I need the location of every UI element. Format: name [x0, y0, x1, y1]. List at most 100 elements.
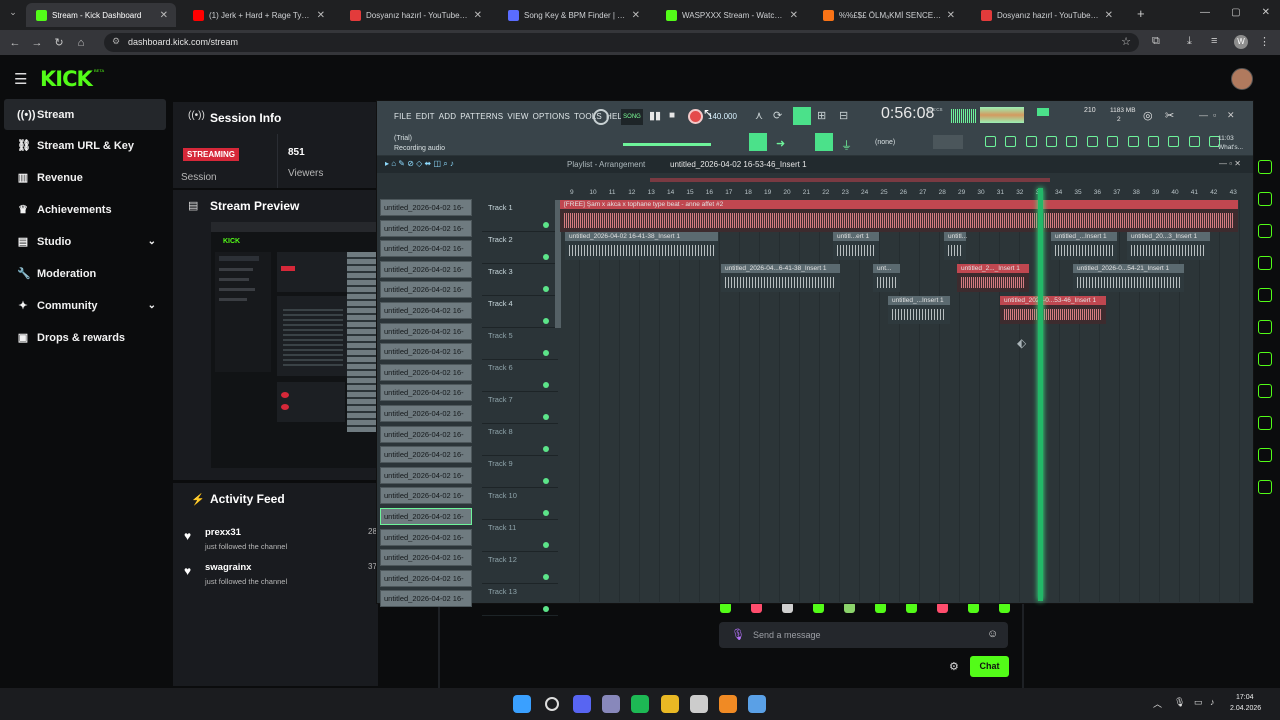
pattern-picker-item[interactable]: untitled_2026-04-02 16- — [380, 343, 472, 361]
pattern-picker-item[interactable]: untitled_2026-04-02 16- — [380, 322, 472, 340]
fl-window-button[interactable] — [1168, 136, 1180, 147]
discord-icon[interactable] — [573, 695, 591, 713]
fl-window-button[interactable] — [1046, 136, 1058, 147]
track-mute-toggle[interactable] — [543, 606, 549, 612]
fl-tools-icon[interactable]: ✂ — [1165, 109, 1174, 122]
sidebar-item-stream-url-key[interactable]: ⛓ Stream URL & Key — [4, 130, 166, 161]
pattern-picker-item[interactable]: untitled_2026-04-02 16- — [380, 425, 472, 443]
browser-tab[interactable]: Dosyanız hazırl - YouTube MP3 ✕ — [340, 3, 490, 27]
action-shortcut-icon[interactable] — [1258, 352, 1272, 366]
user-avatar[interactable] — [1231, 68, 1253, 90]
browser-tab[interactable]: WASPXXX Stream - Watch Live ✕ — [656, 3, 806, 27]
fl-window-button[interactable] — [1147, 136, 1159, 147]
track-mute-toggle[interactable] — [543, 478, 549, 484]
sidebar-item-drops-rewards[interactable]: ▣ Drops & rewards — [4, 322, 166, 353]
fl-pattern-selector[interactable] — [933, 135, 963, 149]
fl-window-button[interactable] — [1086, 136, 1098, 147]
action-shortcut-icon[interactable] — [1258, 288, 1272, 302]
sidebar-item-stream[interactable]: ((•)) Stream — [4, 99, 166, 130]
track-mute-toggle[interactable] — [543, 446, 549, 452]
spotify-icon[interactable] — [631, 695, 649, 713]
fl-menu-view[interactable]: VIEW — [507, 112, 528, 121]
tray-overflow-icon[interactable]: ︿ — [1153, 697, 1162, 710]
audio-clip[interactable]: untitled_...Insert 1 — [1051, 232, 1117, 260]
fl-studio-icon[interactable] — [719, 695, 737, 713]
fl-view-playlist-button[interactable] — [749, 133, 767, 151]
back-icon[interactable]: ← — [4, 37, 26, 49]
track-mute-toggle[interactable] — [543, 222, 549, 228]
profile-avatar[interactable]: W — [1234, 35, 1248, 49]
action-shortcut-icon[interactable] — [1258, 192, 1272, 206]
track-mute-toggle[interactable] — [543, 574, 549, 580]
pattern-picker-item[interactable]: untitled_2026-04-02 16- — [380, 219, 472, 237]
clock-date[interactable]: 2.04.2026 — [1230, 705, 1261, 712]
chevron-down-icon[interactable]: ⌄ — [148, 300, 156, 311]
audio-clip[interactable]: untitl...ert 1 — [833, 232, 879, 260]
clock-time[interactable]: 17:04 — [1236, 694, 1254, 701]
action-shortcut-icon[interactable] — [1258, 416, 1272, 430]
audio-clip[interactable]: untitled_2026-0...54-21_Insert 1 — [1073, 264, 1184, 292]
fl-arrow-icon[interactable]: ➜ — [776, 137, 785, 150]
fl-mic-icon[interactable]: ⏚ — [841, 137, 852, 153]
fl-window-button[interactable] — [1127, 136, 1139, 147]
fl-window-button[interactable] — [1025, 136, 1037, 147]
activity-username[interactable]: prexx31 — [205, 527, 241, 538]
track-mute-toggle[interactable] — [543, 286, 549, 292]
pattern-picker-item[interactable]: untitled_2026-04-02 16- — [380, 199, 472, 216]
browser-tab[interactable]: Dosyanız hazırl - YouTube MP3 ✕ — [971, 3, 1121, 27]
pattern-picker-item[interactable]: untitled_2026-04-02 16- — [380, 405, 472, 422]
audio-clip[interactable]: unt... — [873, 264, 900, 292]
url-field[interactable]: ⚙ dashboard.kick.com/stream ☆ — [104, 33, 1139, 52]
pattern-picker-item[interactable]: untitled_2026-04-02 16- — [380, 446, 472, 464]
fl-timeline-ruler[interactable]: 9 10 11 12 13 14 15 16 17 18 19 20 21 22 23 24 25 26 27 28 2… — [560, 173, 1240, 200]
fl-menu-options[interactable]: OPTIONS — [533, 112, 570, 121]
fl-pattern-mode[interactable]: SONG — [621, 109, 643, 125]
emoji-icon[interactable]: ☺ — [987, 628, 998, 640]
sidebar-item-achievements[interactable]: ♛ Achievements — [4, 194, 166, 225]
pattern-picker-item[interactable]: untitled_2026-04-02 16- — [380, 363, 472, 381]
browser-tab[interactable]: Stream - Kick Dashboard ✕ — [26, 3, 176, 27]
track-mute-toggle[interactable] — [543, 350, 549, 356]
fl-wait-icon[interactable]: ⟳ — [773, 109, 782, 122]
reload-icon[interactable]: ↻ — [48, 36, 70, 49]
fl-window-button[interactable] — [1107, 136, 1119, 147]
tray-volume-icon[interactable]: ♪ — [1210, 697, 1215, 707]
action-shortcut-icon[interactable] — [1258, 320, 1272, 334]
fl-maximize-icon[interactable]: ▫ — [1213, 110, 1216, 120]
fl-loop-record-button[interactable] — [793, 107, 811, 125]
action-shortcut-icon[interactable] — [1258, 480, 1272, 494]
fl-master-volume[interactable] — [623, 143, 711, 146]
fl-link-button[interactable] — [815, 133, 833, 151]
browser-tab[interactable]: %%£$£ ÖLMₐKMİ SENCE DE ✕ — [813, 3, 963, 27]
fl-song-mode-icon[interactable] — [593, 109, 609, 125]
tray-network-icon[interactable]: ▭ — [1194, 697, 1203, 708]
fl-news-panel[interactable]: 11:03 What's... — [1218, 134, 1246, 152]
download-icon[interactable]: ⤓ — [1187, 35, 1192, 48]
pattern-picker-item[interactable]: untitled_2026-04-02 16- — [380, 466, 472, 484]
tab-close-icon[interactable]: ✕ — [1105, 10, 1113, 21]
audio-clip[interactable]: untitled_2026-0...53-46_Insert 1 — [1000, 296, 1106, 324]
action-shortcut-icon[interactable] — [1258, 224, 1272, 238]
sidebar-item-moderation[interactable]: 🔧 Moderation — [4, 258, 166, 289]
track-mute-toggle[interactable] — [543, 318, 549, 324]
sidebar-item-studio[interactable]: ▤ Studio ⌄ — [4, 226, 166, 257]
pattern-picker-item[interactable]: untitled_2026-04-02 16- — [380, 240, 472, 258]
bookmark-star-icon[interactable]: ☆ — [1121, 35, 1131, 48]
pattern-picker-item[interactable]: untitled_2026-04-02 16- — [380, 528, 472, 546]
fl-menu-file[interactable]: FILE — [394, 112, 412, 121]
chevron-down-icon[interactable]: ⌄ — [148, 236, 156, 247]
site-settings-icon[interactable]: ⚙ — [112, 36, 120, 47]
pattern-picker-item[interactable]: untitled_2026-04-02 16- — [380, 590, 472, 608]
tab-close-icon[interactable]: ✕ — [317, 10, 325, 21]
pattern-picker-item[interactable]: untitled_2026-04-02 16- — [380, 487, 472, 505]
pattern-picker-item[interactable]: untitled_2026-04-02 16- — [380, 549, 472, 567]
fl-playlist-grid[interactable] — [560, 200, 1240, 602]
fl-none-select[interactable]: (none) — [875, 139, 895, 146]
track-mute-toggle[interactable] — [543, 382, 549, 388]
microphone-icon[interactable]: 🎙 — [731, 628, 745, 641]
tab-close-icon[interactable]: ✕ — [790, 10, 798, 21]
audio-clip[interactable]: untitled_...Insert 1 — [888, 296, 950, 324]
fl-window-button[interactable] — [985, 136, 996, 147]
pattern-picker-item[interactable]: untitled_2026-04-02 16- — [380, 281, 472, 299]
browser-tab[interactable]: Song Key & BPM Finder | Tunel ✕ — [498, 3, 648, 27]
